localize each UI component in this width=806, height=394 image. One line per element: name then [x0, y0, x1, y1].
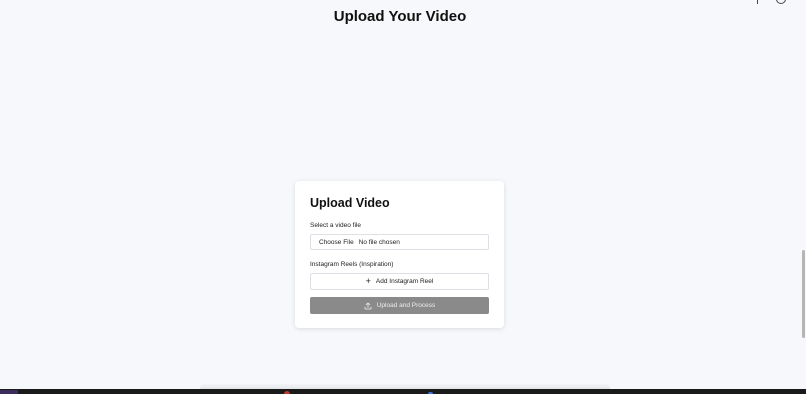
- upload-icon: [364, 302, 372, 310]
- corner-icons: [756, 0, 786, 4]
- card-title: Upload Video: [310, 196, 390, 210]
- upload-and-process-label: Upload and Process: [376, 302, 436, 309]
- instagram-reels-label: Instagram Reels (Inspiration): [310, 261, 394, 268]
- choose-file-button[interactable]: Choose File: [319, 239, 354, 246]
- upload-card: Upload Video Select a video file Choose …: [295, 181, 504, 328]
- add-reel-label: Add Instagram Reel: [375, 278, 434, 285]
- upload-and-process-button[interactable]: Upload and Process: [310, 297, 489, 314]
- vertical-scrollbar[interactable]: [802, 250, 805, 338]
- plus-icon: +: [365, 276, 371, 286]
- video-file-input[interactable]: Choose File No file chosen: [310, 234, 489, 250]
- page-title: Upload Your Video: [333, 8, 467, 25]
- video-file-label: Select a video file: [310, 222, 361, 229]
- add-instagram-reel-button[interactable]: + Add Instagram Reel: [310, 273, 489, 290]
- account-icon[interactable]: [776, 0, 786, 4]
- file-status-text: No file chosen: [358, 238, 400, 246]
- taskbar-left-icon: [0, 390, 18, 394]
- toolbar-icon[interactable]: [756, 0, 758, 4]
- taskbar: [0, 389, 806, 394]
